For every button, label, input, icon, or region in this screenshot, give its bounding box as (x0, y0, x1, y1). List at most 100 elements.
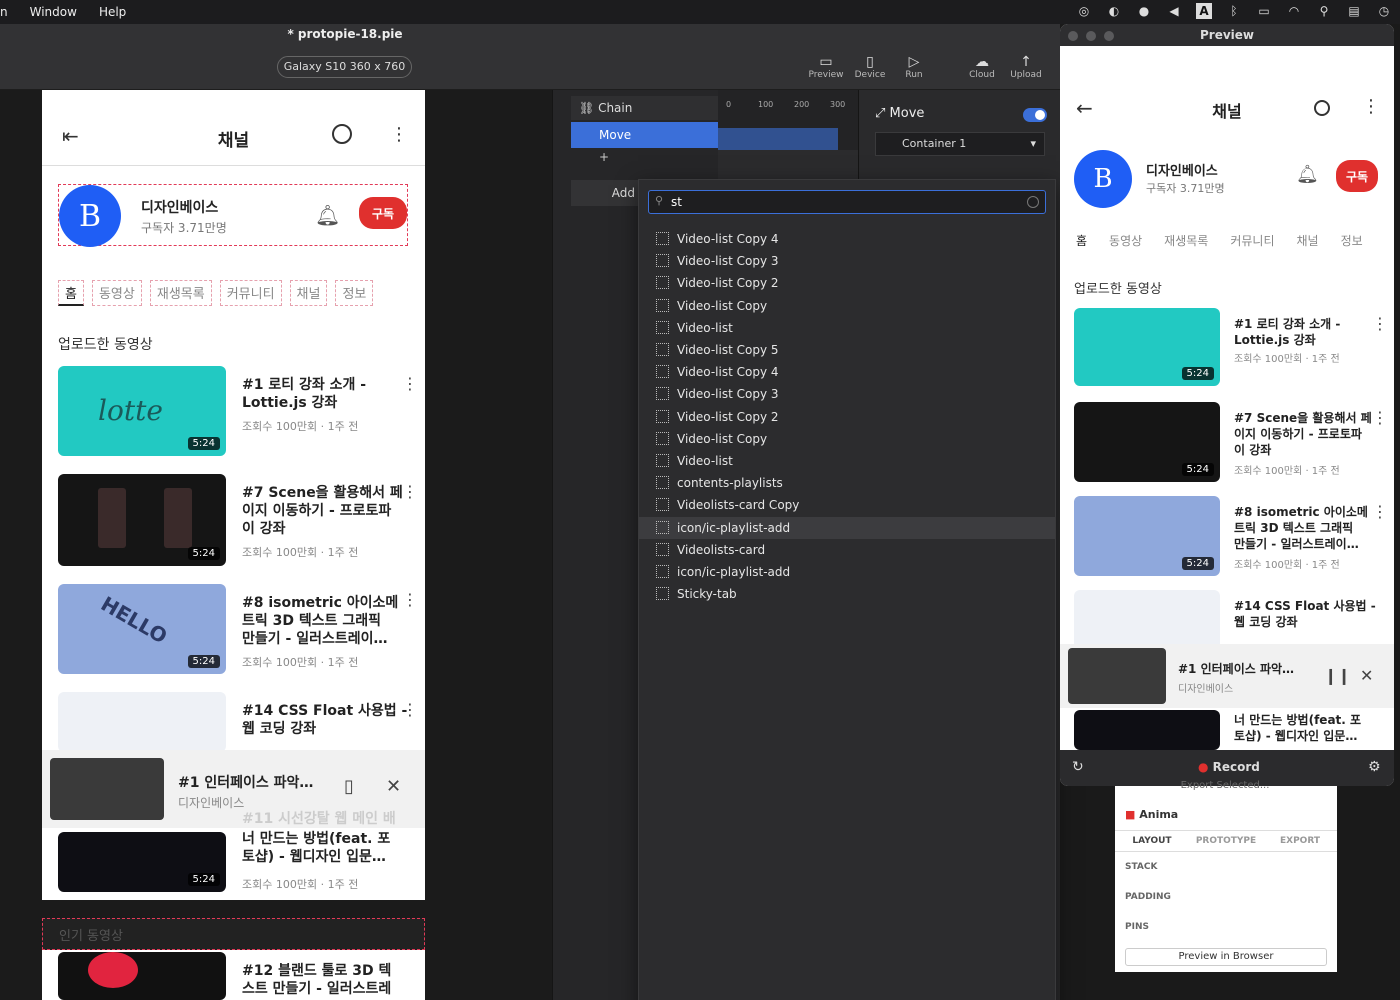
layer-list-item[interactable]: Videolists-card (639, 539, 1055, 561)
bell-icon[interactable]: 🔔︎ (315, 203, 340, 227)
video-title[interactable]: #1 로티 강좌 소개 - Lottie.js 강좌 (1234, 316, 1340, 348)
clock-icon[interactable]: ◷ (1376, 3, 1392, 19)
phone-artboard[interactable]: ⇤ 채널 ⋮ B 디자인베이스 구독자 3.71만명 🔔︎ 구독 홈 동영상 재… (42, 90, 425, 1000)
add-trigger-button[interactable]: Add (571, 180, 641, 206)
clear-icon[interactable] (1027, 196, 1039, 208)
close-dot[interactable] (1068, 31, 1078, 41)
tab-community[interactable]: 커뮤니티 (219, 280, 282, 306)
timeline-ruler[interactable]: 0 100 200 300 (718, 90, 858, 150)
response-bar[interactable] (718, 128, 838, 150)
battery-icon[interactable]: ▭ (1256, 3, 1272, 19)
layer-list-item[interactable]: Video-list Copy 3 (639, 250, 1055, 272)
tab-videos[interactable]: 동영상 (1109, 232, 1142, 249)
video-title[interactable]: #7 Scene을 활용해서 페 이지 이동하기 - 프로토파 이 강좌 (1234, 410, 1372, 458)
more-icon[interactable]: ⋮ (402, 482, 418, 501)
tab-layout[interactable]: LAYOUT (1115, 831, 1189, 851)
input-source-icon[interactable]: A (1196, 3, 1212, 19)
tab-about[interactable]: 정보 (335, 280, 374, 306)
tab-export[interactable]: EXPORT (1263, 831, 1337, 851)
more-icon[interactable]: ⋮ (1372, 314, 1388, 333)
video-thumbnail[interactable]: 5:24 (1074, 402, 1220, 482)
search-icon[interactable] (332, 124, 352, 144)
response-toggle[interactable] (1023, 108, 1047, 122)
tab-channel[interactable]: 채널 (289, 280, 328, 306)
video-thumbnail[interactable] (1074, 710, 1220, 750)
more-icon[interactable]: ⋮ (402, 374, 418, 393)
search-icon[interactable] (1314, 100, 1330, 116)
add-response-icon[interactable]: + (599, 150, 609, 164)
subscribe-button[interactable]: 구독 (359, 197, 407, 229)
layer-list-item[interactable]: Video-list Copy 2 (639, 272, 1055, 294)
menu-help[interactable]: Help (99, 5, 126, 19)
video-title[interactable]: #14 CSS Float 사용법 -웹 코딩 강좌 (1234, 598, 1376, 630)
record-button[interactable]: ● Record (1198, 760, 1260, 774)
pause-icon[interactable]: ▯ (344, 776, 354, 797)
tab-home[interactable]: 홈 (1076, 232, 1087, 249)
device-button[interactable]: ▯ Device (848, 54, 892, 80)
menu-window[interactable]: Window (30, 5, 77, 19)
preview-button[interactable]: ▭ Preview (804, 54, 848, 80)
bluetooth-icon[interactable]: ᛒ (1226, 3, 1242, 19)
video-thumbnail[interactable]: lotte 5:24 (58, 366, 226, 456)
tab-playlists[interactable]: 재생목록 (1164, 232, 1208, 249)
pause-icon[interactable]: ❙❙ (1324, 666, 1351, 685)
tab-channel[interactable]: 채널 (1297, 232, 1319, 249)
video-title[interactable]: #8 isometric 아이소메 트릭 3D 텍스트 그래픽 만들기 - 일러스트… (242, 594, 398, 648)
video-title[interactable]: 너 만드는 방법(feat. 포 토샵) - 웹디자인 입문… (1234, 712, 1361, 744)
close-icon[interactable]: ✕ (386, 776, 401, 797)
bell-icon[interactable]: 🔔︎ (1296, 164, 1319, 185)
video-title[interactable]: #8 isometric 아이소메 트릭 3D 텍스트 그래픽 만들기 - 일러스트… (1234, 504, 1368, 552)
refresh-icon[interactable]: ↻ (1072, 759, 1084, 775)
layer-list-item[interactable]: Video-list Copy 4 (639, 361, 1055, 383)
tab-videos[interactable]: 동영상 (91, 280, 142, 306)
wifi-icon[interactable]: ◠ (1286, 3, 1302, 19)
control-center-icon[interactable]: ▤ (1346, 3, 1362, 19)
layer-list-item[interactable]: Video-list Copy 5 (639, 339, 1055, 361)
layer-list-item[interactable]: Video-list Copy 3 (639, 383, 1055, 405)
layer-list-item[interactable]: Video-list (639, 317, 1055, 339)
layer-list-item[interactable]: contents-playlists (639, 472, 1055, 494)
video-thumbnail[interactable]: 5:24 (1074, 308, 1220, 386)
device-selector[interactable]: Galaxy S10 360 x 760 (277, 56, 412, 78)
video-title[interactable]: #1 로티 강좌 소개 - Lottie.js 강좌 (242, 376, 366, 412)
layer-list-item[interactable]: Videolists-card Copy (639, 494, 1055, 516)
layer-list-item[interactable]: Video-list Copy 4 (639, 228, 1055, 250)
layer-search-input[interactable]: ⚲ st (648, 190, 1046, 214)
tab-about[interactable]: 정보 (1341, 232, 1363, 249)
layer-list-item[interactable]: Video-list Copy (639, 428, 1055, 450)
tab-home[interactable]: 홈 (58, 280, 84, 306)
run-button[interactable]: ▷ Run (892, 54, 936, 80)
preview-in-browser-button[interactable]: Preview in Browser (1125, 948, 1327, 966)
video-title[interactable]: #14 CSS Float 사용법 -웹 코딩 강좌 (242, 702, 407, 738)
volume-icon[interactable]: ◀ (1166, 3, 1182, 19)
upload-button[interactable]: ↑ Upload (1004, 54, 1048, 80)
video-thumbnail[interactable] (58, 952, 226, 1000)
video-title[interactable]: 너 만드는 방법(feat. 포 토샵) - 웹디자인 입문… (242, 830, 390, 866)
creative-cloud-icon[interactable]: ◎ (1076, 3, 1092, 19)
layer-list-item[interactable]: Video-list Copy (639, 295, 1055, 317)
subscribe-button[interactable]: 구독 (1336, 160, 1378, 192)
video-thumbnail[interactable]: 5:24 (58, 474, 226, 566)
close-icon[interactable]: ✕ (1360, 666, 1373, 685)
more-icon[interactable]: ⋮ (402, 700, 418, 719)
design-canvas[interactable]: ⇤ 채널 ⋮ B 디자인베이스 구독자 3.71만명 🔔︎ 구독 홈 동영상 재… (0, 90, 552, 1000)
video-thumbnail[interactable] (1074, 590, 1220, 650)
record-status-icon[interactable]: ● (1136, 3, 1152, 19)
layer-list-item[interactable]: Video-list Copy 2 (639, 406, 1055, 428)
more-icon[interactable]: ⋮ (390, 124, 408, 145)
layer-list-item[interactable]: icon/ic-playlist-add (639, 516, 1055, 539)
export-selected-button[interactable]: Export Selected... (1145, 780, 1305, 796)
video-thumbnail[interactable]: HELLO 5:24 (58, 584, 226, 674)
menu-app[interactable]: n (0, 5, 8, 19)
video-thumbnail[interactable]: 5:24 (1074, 496, 1220, 576)
tab-prototype[interactable]: PROTOTYPE (1189, 831, 1263, 851)
mini-player[interactable]: #1 인터페이스 파악… 디자인베이스 ❙❙ ✕ (1060, 644, 1394, 708)
video-title[interactable]: #12 블랜드 툴로 3D 텍 스트 만들기 - 일러스트레 (242, 962, 391, 998)
more-icon[interactable]: ⋮ (1362, 96, 1380, 117)
settings-icon[interactable]: ⚙ (1368, 759, 1381, 775)
video-title[interactable]: #7 Scene을 활용해서 페 이지 이동하기 - 프로토파 이 강좌 (242, 484, 403, 538)
more-icon[interactable]: ⋮ (402, 590, 418, 609)
more-icon[interactable]: ⋮ (1372, 502, 1388, 521)
minimize-dot[interactable] (1086, 31, 1096, 41)
cloud-button[interactable]: ☁ Cloud (960, 54, 1004, 80)
